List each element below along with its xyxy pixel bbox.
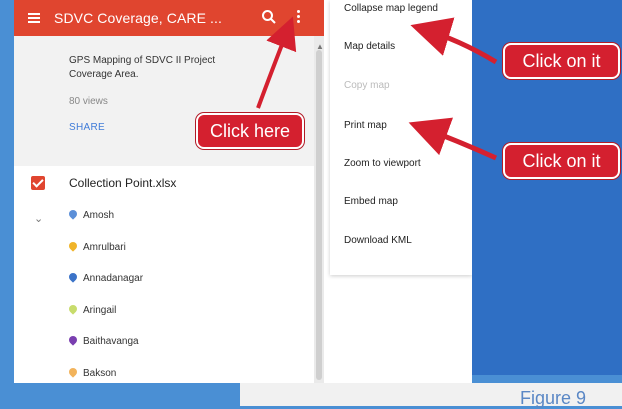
- menu-item-map-details[interactable]: Map details: [344, 41, 395, 52]
- scrollbar[interactable]: [314, 36, 324, 383]
- chevron-down-icon[interactable]: ⌄: [34, 212, 43, 225]
- map-options-menu: Collapse map legend Map details Copy map…: [330, 0, 472, 275]
- layer-name: Collection Point.xlsx: [69, 176, 177, 190]
- layer-checkbox[interactable]: [31, 176, 45, 190]
- map-pin-icon: [67, 334, 79, 347]
- layer-section: Collection Point.xlsx ⌄ Amosh Amrulbari An…: [14, 166, 314, 383]
- place-list-item[interactable]: Baithavanga: [67, 334, 309, 368]
- place-list-item[interactable]: Annadanagar: [67, 271, 309, 305]
- place-list-item[interactable]: Amrulbari: [67, 239, 309, 274]
- place-label: Amrulbari: [83, 241, 126, 253]
- map-description: GPS Mapping of SDVC II Project Coverage …: [69, 55, 216, 80]
- menu-item-embed-map[interactable]: Embed map: [344, 196, 398, 207]
- map-pin-icon: [67, 239, 79, 253]
- share-link[interactable]: SHARE: [69, 122, 105, 133]
- search-icon[interactable]: [261, 9, 277, 25]
- hamburger-menu-icon[interactable]: [14, 0, 54, 36]
- scrollbar-thumb[interactable]: [316, 50, 322, 380]
- map-app-window: SDVC Coverage, CARE ... GPS Mapping of S…: [14, 0, 472, 383]
- menu-item-copy-map: Copy map: [344, 80, 390, 91]
- top-bar: SDVC Coverage, CARE ...: [14, 0, 324, 36]
- map-legend-panel: SDVC Coverage, CARE ... GPS Mapping of S…: [14, 0, 324, 383]
- place-label: Baithavanga: [83, 336, 139, 347]
- menu-item-print-map[interactable]: Print map: [344, 120, 387, 131]
- click-here-callout: Click here: [196, 113, 304, 149]
- place-label: Bakson: [83, 367, 117, 379]
- place-list-item[interactable]: Aringail: [67, 302, 309, 337]
- place-list: Amosh Amrulbari Annadanagar Aringail Baithav…: [67, 208, 309, 384]
- place-label: Amosh: [83, 210, 115, 221]
- click-on-it-callout-2: Click on it: [503, 143, 620, 179]
- menu-item-zoom-to-viewport[interactable]: Zoom to viewport: [344, 158, 421, 169]
- map-title: SDVC Coverage, CARE ...: [54, 10, 223, 26]
- more-options-icon[interactable]: [294, 8, 302, 28]
- menu-item-collapse-map-legend[interactable]: Collapse map legend: [344, 3, 438, 14]
- scroll-up-icon[interactable]: ▲: [316, 42, 324, 51]
- click-on-it-callout-1: Click on it: [503, 43, 620, 79]
- map-pin-icon: [67, 365, 79, 379]
- place-label: Aringail: [83, 304, 117, 316]
- place-label: Annadanagar: [83, 273, 144, 284]
- place-list-item[interactable]: Bakson: [67, 365, 309, 384]
- bottom-margin: [0, 383, 240, 406]
- map-pin-icon: [67, 271, 79, 284]
- view-count: 80 views: [69, 96, 108, 107]
- menu-item-download-kml[interactable]: Download KML: [344, 235, 412, 246]
- map-pin-icon: [67, 302, 79, 316]
- place-list-item[interactable]: Amosh: [67, 208, 309, 242]
- map-pin-icon: [67, 208, 79, 221]
